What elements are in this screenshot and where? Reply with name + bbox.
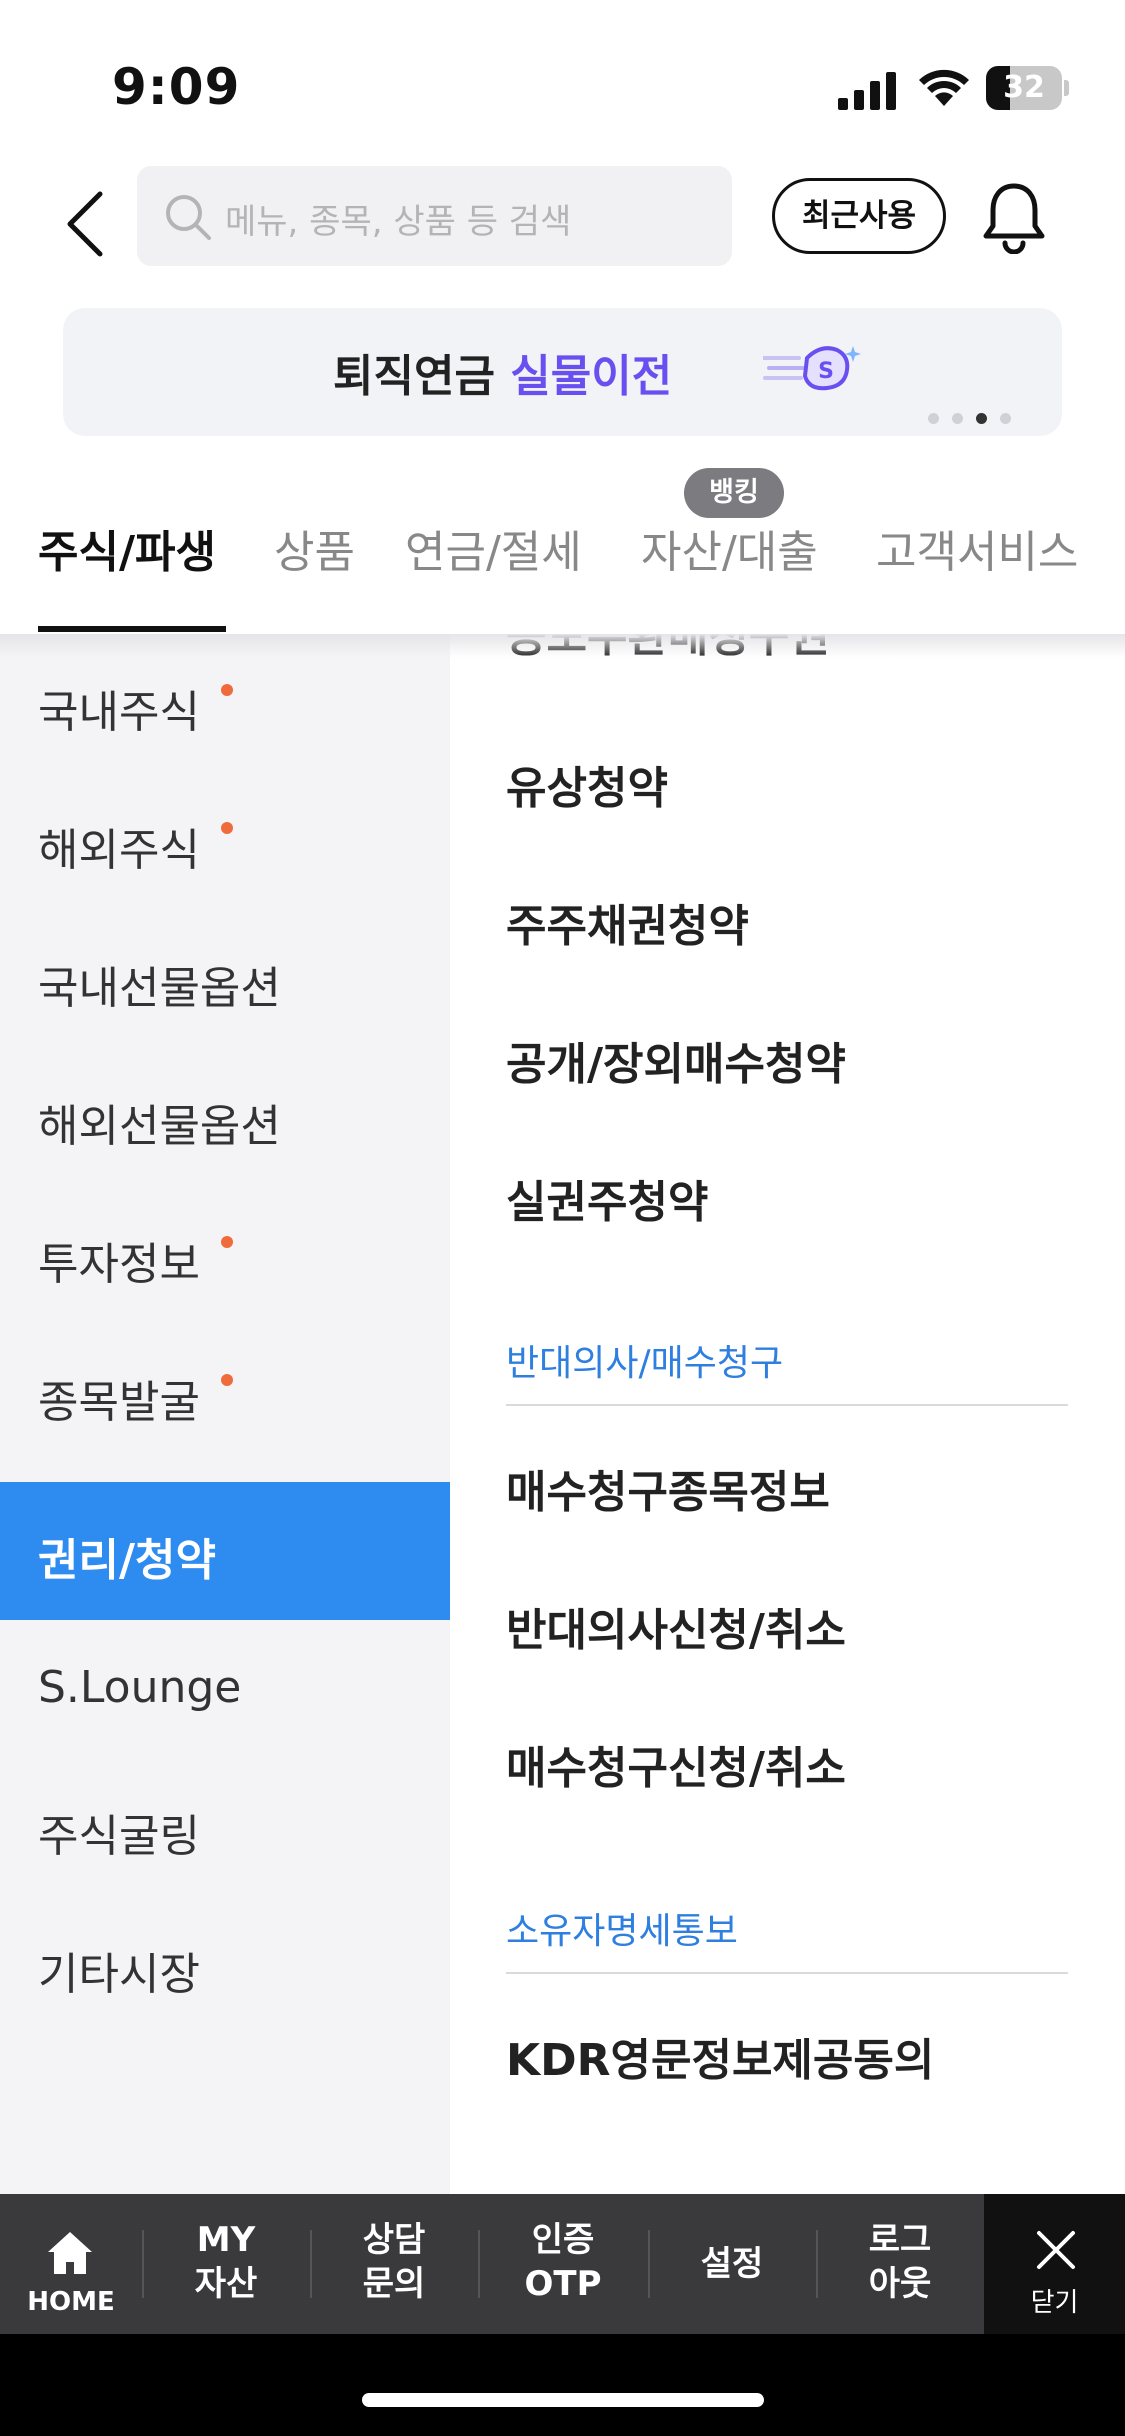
logout-button[interactable]: 로그 아웃: [816, 2194, 984, 2334]
menu-item-shareholder-bond[interactable]: 주주채권청약: [506, 890, 749, 954]
sidebar-item-label: 국내선물옵션: [38, 963, 281, 1014]
search-placeholder: 메뉴, 종목, 상품 등 검색: [225, 202, 572, 242]
home-button[interactable]: HOME: [0, 2194, 142, 2334]
battery-icon: 32: [986, 66, 1069, 110]
menu-item-forfeited-shares[interactable]: 실권주청약: [506, 1166, 708, 1230]
banner-dot: [976, 413, 987, 424]
battery-percent: 32: [1003, 70, 1045, 105]
sidebar-item-domestic-futures[interactable]: 국내선물옵션: [0, 910, 450, 1048]
new-dot: [221, 822, 233, 834]
consult-inquiry-button[interactable]: 상담 문의: [310, 2194, 478, 2334]
category-tabs: 주식/파생 상품 연금/절세 뱅킹 자산/대출 고객서비스: [0, 462, 1125, 634]
status-bar: 9:09 32: [0, 0, 1125, 150]
submenu-list: 공모주환매청구권 유상청약 주주채권청약 공개/장외매수청약 실권주청약 반대의…: [450, 634, 1125, 2194]
bottom-quick-bar: HOME MY 자산 상담 문의 인증 OTP 설정 로그 아웃: [0, 2194, 984, 2334]
auth-otp-button[interactable]: 인증 OTP: [478, 2194, 648, 2334]
tab-products[interactable]: 상품: [274, 516, 355, 580]
banner-logo-icon: S: [763, 346, 861, 391]
search-icon: [166, 195, 211, 240]
tab-stocks-derivatives[interactable]: 주식/파생: [38, 516, 216, 580]
menu-item-appraisal-stock-info[interactable]: 매수청구종목정보: [506, 1456, 830, 1520]
menu-item-kdr-consent[interactable]: KDR영문정보제공동의: [506, 2024, 934, 2088]
promo-banner[interactable]: 퇴직연금 실물이전 S: [63, 308, 1062, 436]
close-label: 닫기: [1030, 2288, 1079, 2318]
back-button[interactable]: [58, 188, 114, 260]
category-sidebar: 국내주식 해외주식 국내선물옵션 해외선물옵션 투자정보 종목발굴 권리/청약 …: [0, 634, 450, 2194]
section-divider: [506, 1972, 1068, 1974]
new-dot: [221, 684, 233, 696]
close-menu-button[interactable]: 닫기: [984, 2194, 1125, 2334]
sidebar-item-rights-subscription[interactable]: 권리/청약: [0, 1482, 450, 1620]
banner-dot: [952, 413, 963, 424]
sidebar-item-stock-rolling[interactable]: 주식굴링: [0, 1758, 450, 1896]
wifi-icon: [919, 69, 969, 106]
tabs-shadow: [0, 634, 1125, 658]
svg-text:S: S: [818, 359, 834, 384]
close-icon: [1037, 2231, 1075, 2269]
menu-item-tender-offer[interactable]: 공개/장외매수청약: [506, 1028, 846, 1092]
new-dot: [221, 1374, 233, 1386]
cellular-signal-icon: [838, 72, 896, 110]
search-input[interactable]: 메뉴, 종목, 상품 등 검색: [137, 166, 732, 266]
sidebar-item-label: 해외주식: [38, 825, 200, 876]
home-indicator[interactable]: [362, 2393, 764, 2407]
banner-dot: [928, 413, 939, 424]
section-divider: [506, 1404, 1068, 1406]
new-dot: [221, 1236, 233, 1248]
sidebar-item-other-markets[interactable]: 기타시장: [0, 1896, 450, 2034]
sidebar-item-label: 종목발굴: [38, 1377, 200, 1428]
system-bottom-area: [0, 2334, 1125, 2436]
sidebar-item-label: 권리/청약: [38, 1535, 216, 1586]
sidebar-item-label: 국내주식: [38, 687, 200, 738]
section-header-shareholder-notice: 소유자명세통보: [506, 1911, 738, 1952]
banner-title: 퇴직연금 실물이전: [333, 351, 673, 402]
menu-item-dissent-request[interactable]: 반대의사신청/취소: [506, 1594, 846, 1658]
sidebar-item-label: 해외선물옵션: [38, 1101, 281, 1152]
menu-item-rights-offering[interactable]: 유상청약: [506, 752, 668, 816]
banner-dot: [1000, 413, 1011, 424]
sidebar-item-overseas-futures[interactable]: 해외선물옵션: [0, 1048, 450, 1186]
my-assets-button[interactable]: MY 자산: [142, 2194, 310, 2334]
home-label: HOME: [27, 2287, 115, 2317]
tab-customer-service[interactable]: 고객서비스: [876, 516, 1078, 580]
sidebar-item-s-lounge[interactable]: S.Lounge: [0, 1620, 450, 1758]
settings-button[interactable]: 설정: [648, 2194, 816, 2334]
active-tab-indicator: [38, 626, 226, 632]
sidebar-item-stock-discovery[interactable]: 종목발굴: [0, 1324, 450, 1462]
sidebar-item-overseas-stocks[interactable]: 해외주식: [0, 772, 450, 910]
recent-used-button[interactable]: 최근사용: [772, 178, 946, 254]
tab-assets-loans[interactable]: 자산/대출: [641, 516, 818, 580]
sidebar-item-label: S.Lounge: [38, 1662, 242, 1713]
sidebar-item-investment-info[interactable]: 투자정보: [0, 1186, 450, 1324]
banking-badge: 뱅킹: [684, 468, 784, 518]
bell-icon[interactable]: [980, 180, 1048, 254]
home-icon: [48, 2232, 92, 2274]
sidebar-item-label: 투자정보: [38, 1239, 200, 1290]
section-header-appraisal: 반대의사/매수청구: [506, 1343, 784, 1384]
menu-item-appraisal-request[interactable]: 매수청구신청/취소: [506, 1732, 846, 1796]
sidebar-item-label: 기타시장: [38, 1949, 200, 2000]
tab-pension-tax[interactable]: 연금/절세: [405, 516, 582, 580]
sidebar-item-label: 주식굴링: [38, 1811, 200, 1862]
status-time: 9:09: [112, 58, 241, 116]
